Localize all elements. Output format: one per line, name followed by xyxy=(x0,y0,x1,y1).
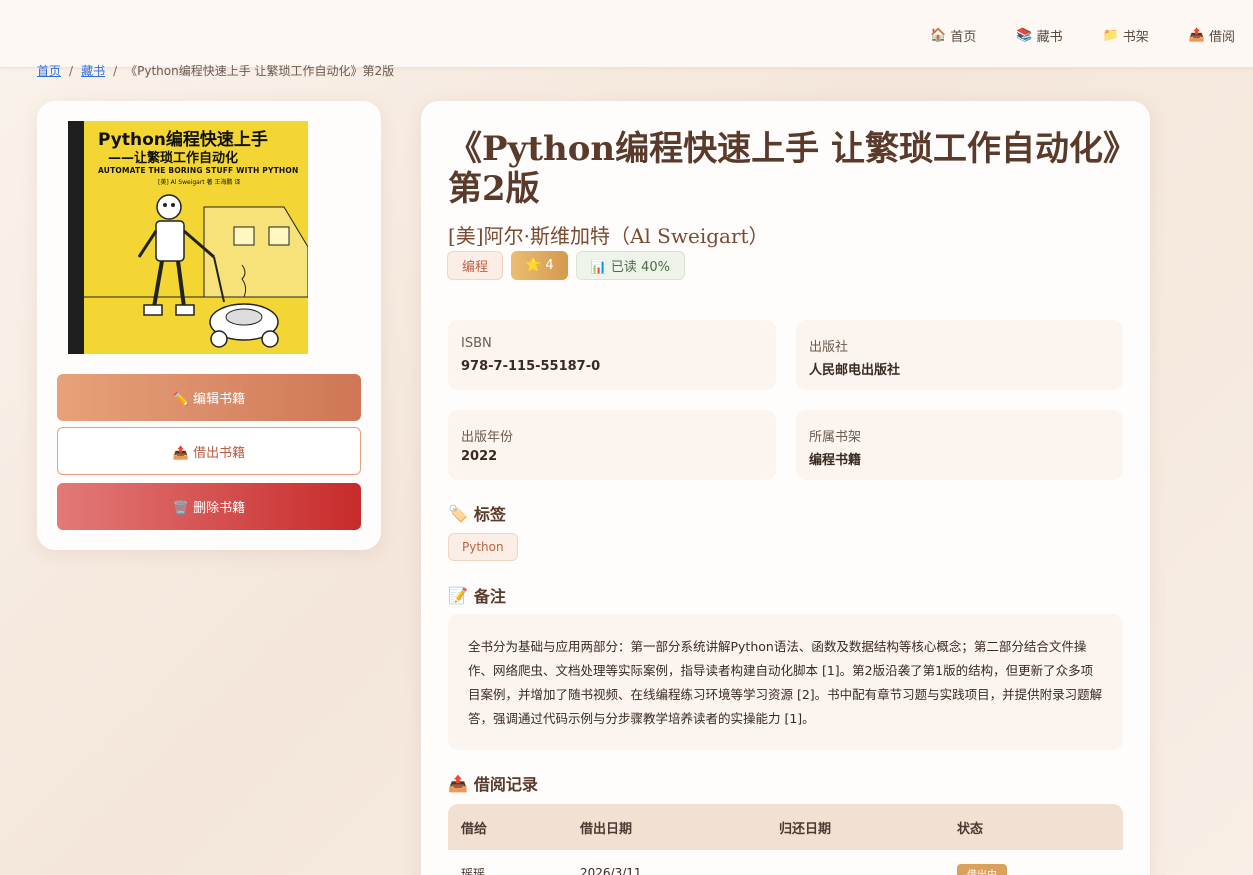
book-badges: 编程 ⭐ 4 📊 已读 40% xyxy=(447,251,685,280)
nav-loans-label: 借阅 xyxy=(1208,30,1235,45)
label-tag-icon: 🏷️ xyxy=(448,503,468,523)
lend-book-button[interactable]: 📤 借出书籍 xyxy=(57,427,361,475)
books-icon: 📚 xyxy=(1016,28,1033,43)
cover-author-line: [美] Al Sweigart 著 王海鹏 译 xyxy=(158,179,241,186)
loans-heading-text: 借阅记录 xyxy=(473,775,538,794)
column-header: 借出日期 xyxy=(580,821,633,837)
book-title: 《Python编程快速上手 让繁琐工作自动化》第2版 xyxy=(448,129,1120,209)
column-header: 归还日期 xyxy=(779,821,832,837)
book-cover-card: Python编程快速上手 ——让繁琐工作自动化 AUTOMATE THE BOR… xyxy=(37,101,381,550)
outbox-icon: 📤 xyxy=(448,773,468,793)
year-label: 出版年份 xyxy=(461,430,514,445)
shelf-value: 编程书籍 xyxy=(809,453,862,468)
edit-book-button[interactable]: ✏️ 编辑书籍 xyxy=(57,374,361,421)
book-author: [美]阿尔·斯维加特（Al Sweigart） xyxy=(448,224,769,248)
top-navbar: 🏠 首页 📚 藏书 📁 书架 📤 借阅 xyxy=(0,0,1253,68)
nav-loans[interactable]: 📤 借阅 xyxy=(1189,26,1235,45)
breadcrumb: 首页 / 藏书 / 《Python编程快速上手 让繁琐工作自动化》第2版 xyxy=(37,62,394,79)
year-box: 出版年份 2022 xyxy=(448,410,776,480)
cover-robot-illustration xyxy=(84,187,308,354)
cover-english-title: AUTOMATE THE BORING STUFF WITH PYTHON xyxy=(98,166,299,175)
publisher-label: 出版社 xyxy=(809,340,849,355)
table-row: 瑶瑶 2026/3/11 借出中 xyxy=(448,850,1123,875)
category-badge: 编程 xyxy=(447,251,504,280)
tags-heading-text: 标签 xyxy=(473,505,506,524)
notes-heading: 📝 备注 xyxy=(448,583,506,607)
breadcrumb-separator: / xyxy=(113,63,118,78)
isbn-box: ISBN 978-7-115-55187-0 xyxy=(448,320,776,390)
loans-heading: 📤 借阅记录 xyxy=(448,771,538,795)
loan-table: 借给 借出日期 归还日期 状态 瑶瑶 2026/3/11 借出中 xyxy=(448,804,1123,875)
breadcrumb-home-link[interactable]: 首页 xyxy=(37,62,61,79)
tag-chip[interactable]: Python xyxy=(448,533,518,561)
folder-icon: 📁 xyxy=(1102,28,1119,43)
book-cover-image: Python编程快速上手 ——让繁琐工作自动化 AUTOMATE THE BOR… xyxy=(68,121,308,354)
nav-home-label: 首页 xyxy=(950,30,977,45)
nav-library[interactable]: 📚 藏书 xyxy=(1016,26,1062,45)
breadcrumb-current: 《Python编程快速上手 让繁琐工作自动化》第2版 xyxy=(125,64,395,78)
reading-progress-badge: 📊 已读 40% xyxy=(575,251,685,280)
return-date-cell xyxy=(766,850,944,875)
column-header: 借给 xyxy=(461,821,488,837)
notes-heading-text: 备注 xyxy=(473,587,506,606)
shelf-box: 所属书架 编程书籍 xyxy=(796,410,1123,480)
delete-book-button[interactable]: 🗑️ 删除书籍 xyxy=(57,483,361,530)
borrower-cell: 瑶瑶 xyxy=(461,866,486,875)
book-detail-card: 《Python编程快速上手 让繁琐工作自动化》第2版 [美]阿尔·斯维加特（Al… xyxy=(421,101,1150,875)
isbn-label: ISBN xyxy=(461,336,492,351)
memo-icon: 📝 xyxy=(448,585,468,605)
status-cell: 借出中 xyxy=(944,850,1123,875)
nav-shelves[interactable]: 📁 书架 xyxy=(1103,26,1149,45)
tags-heading: 🏷️ 标签 xyxy=(448,501,506,525)
status-badge: 借出中 xyxy=(957,863,1007,875)
breadcrumb-library-link[interactable]: 藏书 xyxy=(81,62,105,79)
isbn-value: 978-7-115-55187-0 xyxy=(461,359,601,374)
breadcrumb-separator: / xyxy=(69,63,74,78)
home-icon: 🏠 xyxy=(930,28,947,43)
nav-library-label: 藏书 xyxy=(1036,30,1063,45)
lent-date-cell: 2026/3/11 xyxy=(580,866,642,875)
shelf-label: 所属书架 xyxy=(809,430,862,445)
main-nav: 🏠 首页 📚 藏书 📁 书架 📤 借阅 xyxy=(890,26,1235,45)
rating-badge: ⭐ 4 xyxy=(511,251,568,280)
loan-table-header: 借给 借出日期 归还日期 状态 xyxy=(448,804,1123,850)
publisher-value: 人民邮电出版社 xyxy=(809,363,901,378)
outbox-icon: 📤 xyxy=(1188,28,1205,43)
cover-subtitle: ——让繁琐工作自动化 xyxy=(108,151,239,166)
publisher-box: 出版社 人民邮电出版社 xyxy=(796,320,1123,390)
column-header: 状态 xyxy=(957,821,984,837)
notes-text: 全书分为基础与应用两部分：第一部分系统讲解Python语法、函数及数据结构等核心… xyxy=(448,614,1123,750)
nav-shelves-label: 书架 xyxy=(1122,30,1149,45)
cover-spine xyxy=(68,121,84,354)
nav-home[interactable]: 🏠 首页 xyxy=(930,26,976,45)
year-value: 2022 xyxy=(461,449,498,464)
